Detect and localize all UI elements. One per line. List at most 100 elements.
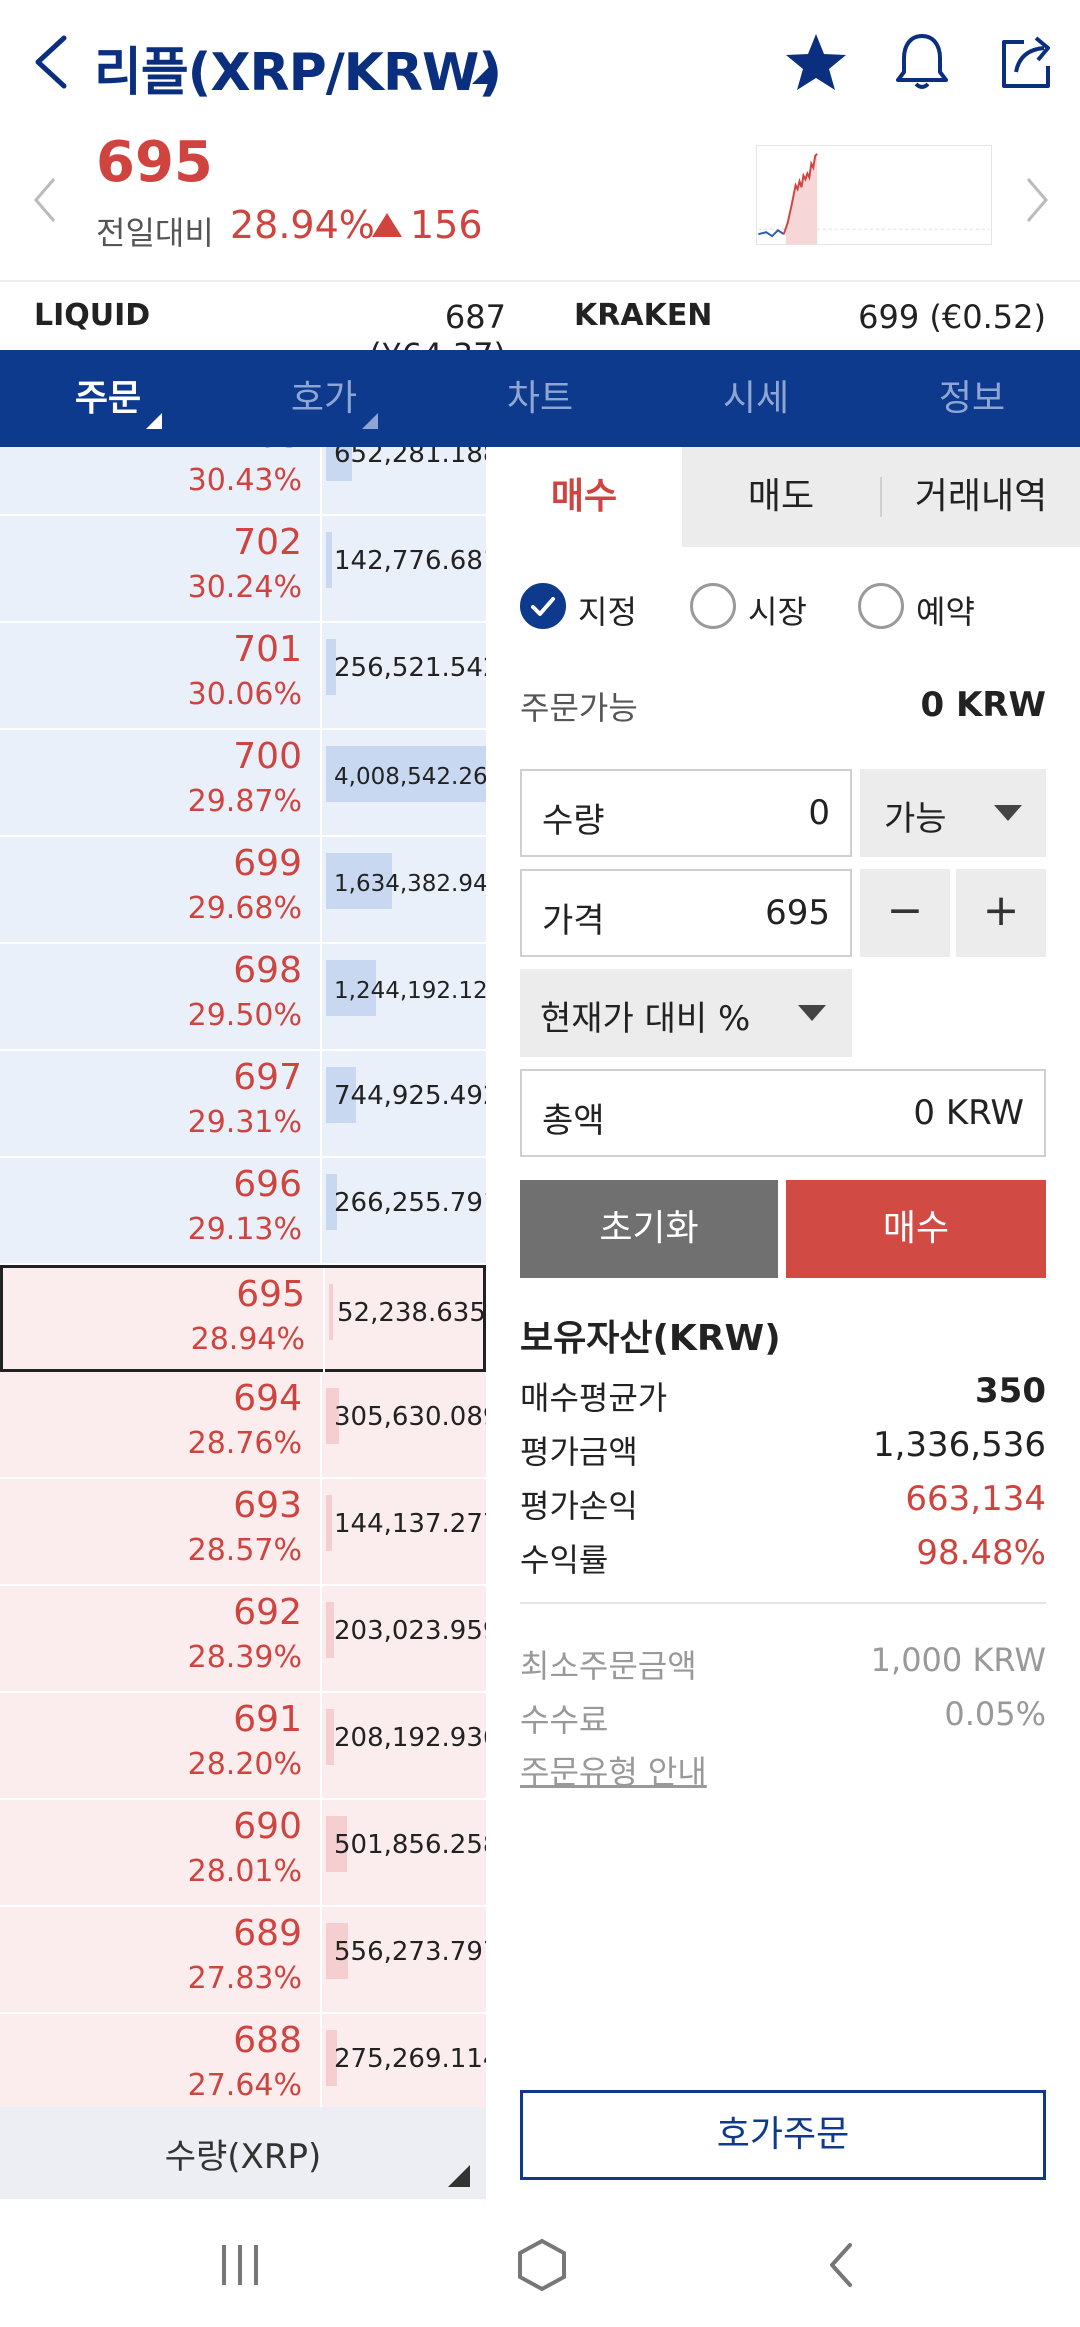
order-sub-tabs: 매수 매도 거래내역 bbox=[486, 447, 1080, 547]
price-increase-button[interactable]: + bbox=[956, 869, 1046, 957]
tab-label: 차트 bbox=[506, 378, 574, 419]
orderbook-percent: 30.06% bbox=[187, 677, 302, 712]
orderbook-price: 695 bbox=[236, 1274, 305, 1315]
orderbook-row[interactable]: 693 28.57% 144,137.277 bbox=[0, 1479, 486, 1586]
orderbook-percent: 30.43% bbox=[187, 463, 302, 498]
app-header: 리플(XRP/KRW) bbox=[0, 0, 1080, 125]
min-order-label: 최소주문금액 bbox=[520, 1647, 697, 1685]
orderbook-price-cell[interactable]: 690 28.01% bbox=[0, 1800, 322, 1905]
orderbook-price: 696 bbox=[233, 1164, 302, 1205]
home-icon[interactable] bbox=[512, 2235, 572, 2295]
orderbook-quantity: 501,856.258 bbox=[334, 1830, 486, 1860]
bell-icon[interactable] bbox=[890, 30, 954, 94]
orderbook-row[interactable]: 696 29.13% 266,255.791 bbox=[0, 1158, 486, 1265]
radio-unchecked-icon bbox=[690, 583, 736, 629]
orderbook-price-cell[interactable]: 695 28.94% bbox=[3, 1268, 325, 1373]
orderbook-row[interactable]: 692 28.39% 203,023.959 bbox=[0, 1586, 486, 1693]
orderbook-quantity: 652,281.188 bbox=[334, 447, 486, 469]
orderbook-price: 692 bbox=[233, 1592, 302, 1633]
total-input[interactable]: 총액 0 KRW bbox=[520, 1069, 1046, 1157]
orderbook-percent: 27.83% bbox=[187, 1961, 302, 1996]
orderbook-price-cell[interactable]: 692 28.39% bbox=[0, 1586, 322, 1691]
share-icon[interactable] bbox=[994, 30, 1058, 94]
orderbook-price-cell[interactable]: 696 29.13% bbox=[0, 1158, 322, 1263]
orderbook-price-cell[interactable]: 701 30.06% bbox=[0, 623, 322, 728]
orderbook-quantity: 203,023.959 bbox=[334, 1616, 486, 1646]
chevron-right-icon[interactable] bbox=[1022, 175, 1052, 225]
orderbook-row[interactable]: 698 29.50% 1,244,192.123 bbox=[0, 944, 486, 1051]
back-nav-icon[interactable] bbox=[812, 2235, 872, 2295]
orderbook-quantity: 556,273.797 bbox=[334, 1937, 486, 1967]
price-decrease-button[interactable]: − bbox=[860, 869, 950, 957]
quantity-value: 0 bbox=[808, 793, 830, 833]
orderbook-price-cell[interactable]: 700 29.87% bbox=[0, 730, 322, 835]
chevron-down-icon bbox=[994, 805, 1022, 821]
orderbook-price-cell[interactable]: 693 28.57% bbox=[0, 1479, 322, 1584]
orderbook-quantity: 52,238.635 bbox=[337, 1298, 486, 1328]
tab-chart[interactable]: 차트 bbox=[432, 350, 648, 447]
back-icon[interactable] bbox=[28, 32, 72, 92]
orderbook-price: 694 bbox=[233, 1378, 302, 1419]
orderbook-percent: 27.64% bbox=[187, 2068, 302, 2103]
percent-select[interactable]: 현재가 대비 % bbox=[520, 969, 852, 1057]
quantity-select[interactable]: 가능 bbox=[860, 769, 1046, 857]
orderbook-price-cell[interactable]: 688 27.64% bbox=[0, 2014, 322, 2107]
tab-label: 호가 bbox=[290, 378, 358, 419]
price-input[interactable]: 가격 695 bbox=[520, 869, 852, 957]
orderbook-price-cell[interactable]: 698 29.50% bbox=[0, 944, 322, 1049]
orderbook-price-cell[interactable]: 694 28.76% bbox=[0, 1372, 322, 1477]
order-type-guide-link[interactable]: 주문유형 안내 bbox=[520, 1747, 707, 1793]
orderbook-price-cell[interactable]: 689 27.83% bbox=[0, 1907, 322, 2012]
tab-market[interactable]: 시세 bbox=[648, 350, 864, 447]
orderbook-row[interactable]: 688 27.64% 275,269.114 bbox=[0, 2014, 486, 2107]
tab-info[interactable]: 정보 bbox=[864, 350, 1080, 447]
radio-label: 예약 bbox=[916, 593, 975, 631]
orderbook-row-current[interactable]: 695 28.94% 52,238.635 bbox=[0, 1265, 486, 1373]
fee-label: 수수료 bbox=[520, 1701, 609, 1739]
chevron-down-icon bbox=[798, 1005, 826, 1021]
orderbook-price: 693 bbox=[233, 1485, 302, 1526]
tab-history[interactable]: 거래내역 bbox=[882, 447, 1080, 547]
mini-price-chart[interactable] bbox=[756, 145, 992, 245]
up-triangle-icon bbox=[372, 213, 402, 237]
orderbook-price-cell[interactable]: 691 28.20% bbox=[0, 1693, 322, 1798]
orderbook-row[interactable]: 697 29.31% 744,925.492 bbox=[0, 1051, 486, 1158]
quantity-label: 수량 bbox=[542, 801, 605, 841]
orderbook[interactable]: 703 30.43% 652,281.188 702 30.24% 142,776.681… bbox=[0, 447, 486, 2107]
orderbook-quantity: 4,008,542.265 bbox=[334, 764, 486, 790]
page-title[interactable]: 리플(XRP/KRW) bbox=[94, 30, 502, 105]
orderbook-percent: 28.20% bbox=[187, 1747, 302, 1782]
orderbook-price-cell[interactable]: 697 29.31% bbox=[0, 1051, 322, 1156]
reset-button[interactable]: 초기화 bbox=[520, 1180, 778, 1278]
orderbook-row[interactable]: 690 28.01% 501,856.258 bbox=[0, 1800, 486, 1907]
tab-label: 시세 bbox=[722, 378, 790, 419]
orderbook-price-cell[interactable]: 703 30.43% bbox=[0, 447, 322, 514]
orderbook-row[interactable]: 700 29.87% 4,008,542.265 bbox=[0, 730, 486, 837]
tab-sell[interactable]: 매도 bbox=[682, 447, 880, 547]
orderbook-row[interactable]: 691 28.20% 208,192.936 bbox=[0, 1693, 486, 1800]
quantity-select-label: 가능 bbox=[884, 799, 947, 839]
radio-unchecked-icon bbox=[858, 583, 904, 629]
orderbook-row[interactable]: 694 28.76% 305,630.089 bbox=[0, 1372, 486, 1479]
orderbook-price-cell[interactable]: 702 30.24% bbox=[0, 516, 322, 621]
orderbook-order-button[interactable]: 호가주문 bbox=[520, 2090, 1046, 2180]
orderbook-row[interactable]: 702 30.24% 142,776.681 bbox=[0, 516, 486, 623]
orderbook-row[interactable]: 701 30.06% 256,521.542 bbox=[0, 623, 486, 730]
tab-orderbook[interactable]: 호가 bbox=[216, 350, 432, 447]
caret-down-icon[interactable] bbox=[470, 62, 494, 86]
recent-apps-icon[interactable] bbox=[210, 2235, 270, 2295]
orderbook-price: 689 bbox=[233, 1913, 302, 1954]
orderbook-unit-selector[interactable]: 수량(XRP) bbox=[0, 2107, 486, 2199]
orderbook-price: 701 bbox=[233, 629, 302, 670]
orderbook-row[interactable]: 689 27.83% 556,273.797 bbox=[0, 1907, 486, 2014]
orderbook-price-cell[interactable]: 699 29.68% bbox=[0, 837, 322, 942]
chevron-left-icon[interactable] bbox=[30, 175, 60, 225]
orderbook-row[interactable]: 699 29.68% 1,634,382.948 bbox=[0, 837, 486, 944]
orderbook-row[interactable]: 703 30.43% 652,281.188 bbox=[0, 447, 486, 516]
quantity-input[interactable]: 수량 0 bbox=[520, 769, 852, 857]
buy-button[interactable]: 매수 bbox=[786, 1180, 1046, 1278]
tab-order[interactable]: 주문 bbox=[0, 350, 216, 447]
tab-buy[interactable]: 매수 bbox=[486, 447, 682, 547]
orderbook-volume-bar bbox=[326, 1709, 334, 1765]
star-icon[interactable] bbox=[784, 30, 848, 94]
